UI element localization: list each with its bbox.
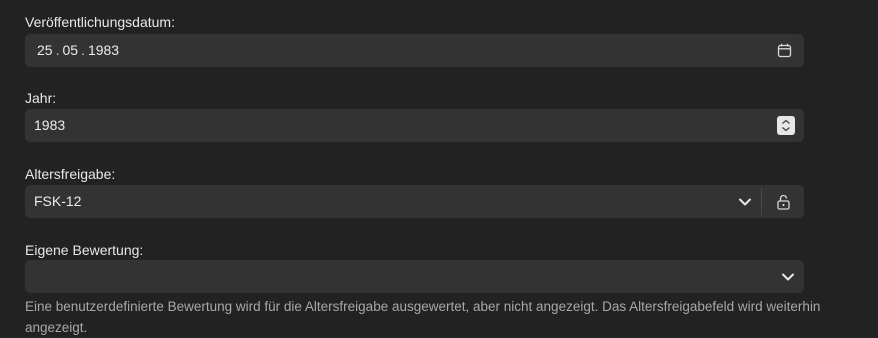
date-separator: . [55, 42, 60, 58]
release-date-value: 25. 05. 1983 [37, 34, 119, 67]
chevron-down-icon[interactable] [780, 269, 796, 285]
stepper-icon[interactable] [777, 116, 795, 135]
age-rating-label: Altersfreigabe: [25, 166, 116, 182]
year-label: Jahr: [25, 90, 57, 106]
date-year[interactable]: 1983 [88, 34, 119, 67]
calendar-icon[interactable] [776, 42, 792, 58]
chevron-down-icon[interactable] [737, 194, 753, 210]
year-input[interactable]: 1983 [25, 109, 804, 142]
date-separator: . [81, 42, 85, 58]
year-value: 1983 [34, 117, 66, 133]
custom-rating-select[interactable] [25, 260, 804, 293]
custom-rating-help-text: Eine benutzerdefinierte Bewertung wird f… [25, 299, 821, 335]
custom-rating-label: Eigene Bewertung: [25, 242, 144, 258]
age-rating-select[interactable]: FSK-12 [25, 185, 804, 218]
date-month[interactable]: 05 [62, 34, 78, 67]
release-date-field[interactable]: 25. 05. 1983 [25, 34, 804, 67]
date-day[interactable]: 25 [37, 34, 53, 67]
select-divider [761, 188, 762, 215]
release-date-label: Veröffentlichungsdatum: [25, 14, 175, 30]
unlock-icon[interactable] [775, 193, 791, 210]
age-rating-value: FSK-12 [34, 193, 82, 209]
metadata-form: Veröffentlichungsdatum: 25. 05. 1983 Jahr:… [0, 0, 878, 338]
